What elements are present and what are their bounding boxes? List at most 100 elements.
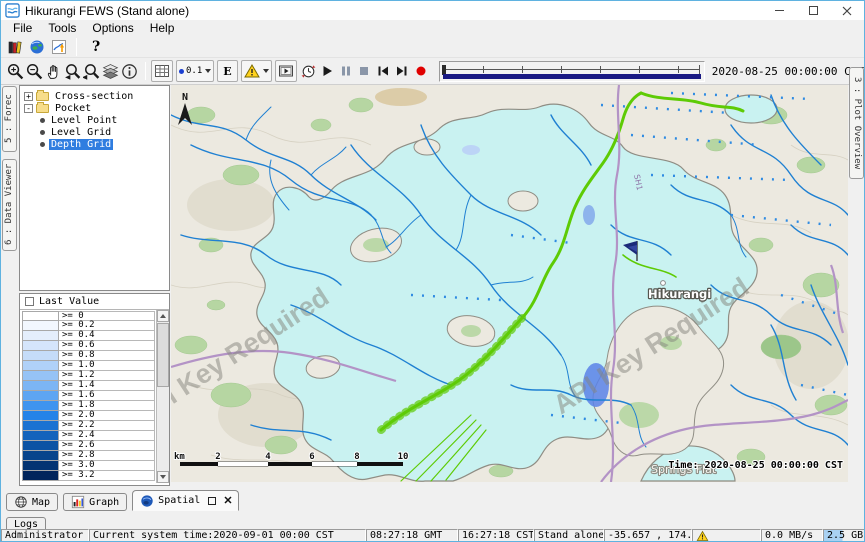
- status-coordinates: -35.657 , 174.199: [604, 529, 692, 542]
- scalar-button[interactable]: E: [217, 60, 237, 82]
- map-wireframe-globe-icon: [14, 495, 28, 509]
- map-view[interactable]: API Key Required API Key Required Hikura…: [171, 85, 848, 482]
- scale-tick: 10: [398, 452, 409, 462]
- sidebar-tab-data-viewer[interactable]: 6 : Data Viewer: [2, 159, 17, 251]
- stop-button[interactable]: [356, 61, 373, 81]
- legend-swatch: [22, 441, 59, 451]
- tree-item-pocket[interactable]: - Pocket: [20, 102, 169, 114]
- toolbar-separator: [76, 38, 77, 56]
- step-forward-icon: [394, 63, 410, 79]
- chevron-down-icon: [263, 69, 269, 73]
- folder-icon: [36, 104, 49, 113]
- title-bar: Hikurangi FEWS (Stand alone): [1, 1, 864, 20]
- movie-export-button[interactable]: [275, 60, 297, 82]
- sidebar-tab-plot-overview[interactable]: 3 : Plot Overview: [849, 67, 864, 179]
- animation-interval-button[interactable]: [300, 61, 317, 81]
- zoom-previous-button[interactable]: [64, 61, 81, 81]
- zoom-out-button[interactable]: [26, 61, 43, 81]
- explorer-button[interactable]: [5, 37, 25, 57]
- step-forward-button[interactable]: [393, 61, 410, 81]
- layers-button[interactable]: [102, 61, 119, 81]
- tree-item-level-grid[interactable]: Level Grid: [20, 126, 169, 138]
- tree-item-label: Pocket: [53, 103, 93, 114]
- info-button[interactable]: [121, 61, 138, 81]
- legend-title: Last Value: [39, 296, 99, 307]
- zoom-next-button[interactable]: [83, 61, 100, 81]
- scale-unit: km: [174, 452, 185, 462]
- close-icon: [842, 6, 852, 16]
- legend-row[interactable]: >= 3.2: [22, 471, 155, 481]
- menu-options[interactable]: Options: [84, 21, 141, 35]
- tab-spatial[interactable]: Spatial ✕: [132, 490, 238, 511]
- status-warning-cell[interactable]: [692, 529, 761, 542]
- tab-maximize-icon[interactable]: [208, 497, 216, 505]
- legend-swatch: [22, 341, 59, 351]
- legend-swatch: [22, 331, 59, 341]
- tab-graph-label: Graph: [89, 497, 119, 508]
- play-button[interactable]: [319, 61, 336, 81]
- scroll-thumb[interactable]: [157, 323, 169, 387]
- stop-icon: [356, 63, 372, 79]
- legend-scrollbar[interactable]: [156, 310, 169, 483]
- minimize-button[interactable]: [762, 1, 796, 20]
- app-window: Hikurangi FEWS (Stand alone) File Tools …: [0, 0, 865, 542]
- folder-icon: [36, 92, 49, 101]
- clock-icon: [300, 63, 317, 80]
- last-value-checkbox[interactable]: [25, 297, 34, 306]
- tab-map[interactable]: Map: [6, 493, 58, 511]
- timeseries-dialog-button[interactable]: [49, 37, 69, 57]
- legend-swatch: [22, 351, 59, 361]
- grid-icon: [154, 63, 170, 79]
- help-button[interactable]: ?: [92, 39, 100, 55]
- menu-file[interactable]: File: [5, 21, 40, 35]
- time-slider-track: [444, 69, 700, 70]
- warning-icon: [244, 63, 260, 79]
- menu-tools[interactable]: Tools: [40, 21, 84, 35]
- legend-rows: >= 0 >= 0.2 >= 0.4 >= 0.6 >= 0.8 >= 1.0 …: [22, 311, 155, 481]
- grid-display-button[interactable]: [151, 60, 173, 82]
- scroll-up-icon[interactable]: [157, 310, 169, 322]
- step-back-button[interactable]: [375, 61, 392, 81]
- time-slider-range-bar: [443, 74, 701, 79]
- pause-button[interactable]: [337, 61, 354, 81]
- play-icon: [319, 63, 335, 79]
- tree-item-depth-grid[interactable]: Depth Grid: [20, 138, 169, 150]
- legend-swatch: [22, 361, 59, 371]
- close-button[interactable]: [830, 1, 864, 20]
- legend-swatch: [22, 311, 59, 321]
- pan-button[interactable]: [45, 61, 62, 81]
- legend-swatch: [22, 461, 59, 471]
- record-button[interactable]: [412, 61, 429, 81]
- menu-bar: File Tools Options Help: [1, 20, 864, 36]
- tab-map-label: Map: [32, 497, 50, 508]
- current-map-datetime: 2020-08-25 00:00:00 CST: [712, 65, 864, 78]
- explorer-books-icon: [7, 39, 23, 55]
- zoom-previous-icon: [64, 63, 81, 80]
- zoom-in-button[interactable]: [7, 61, 24, 81]
- map-toolbar: 0.1 E: [1, 58, 864, 85]
- expander-plus-icon[interactable]: +: [24, 92, 33, 101]
- time-slider-endtick: [699, 65, 700, 74]
- layers-icon: [102, 63, 119, 80]
- maximize-button[interactable]: [796, 1, 830, 20]
- expander-minus-icon[interactable]: -: [24, 104, 33, 113]
- tree-item-level-point[interactable]: Level Point: [20, 114, 169, 126]
- classification-dropdown[interactable]: 0.1: [176, 60, 214, 82]
- sidebar-tab-forecast[interactable]: 5 : Forec: [2, 86, 17, 152]
- thresholds-dropdown[interactable]: [241, 60, 272, 82]
- map-display-button[interactable]: [27, 37, 47, 57]
- scroll-down-icon[interactable]: [157, 471, 169, 483]
- tree-item-cross-section[interactable]: + Cross-section: [20, 90, 169, 102]
- north-label: N: [182, 92, 188, 103]
- time-slider[interactable]: [439, 61, 705, 82]
- legend-label: >= 3.2: [59, 471, 155, 481]
- scale-tick: 8: [354, 452, 359, 462]
- tab-graph[interactable]: Graph: [63, 493, 127, 511]
- menu-help[interactable]: Help: [142, 21, 183, 35]
- tab-close-icon[interactable]: ✕: [223, 496, 232, 506]
- layers-tree-panel: + Cross-section - Pocket Level Point Lev…: [19, 85, 170, 291]
- status-download-rate: 0.0 MB/s: [761, 529, 823, 542]
- legend-swatch: [22, 321, 59, 331]
- town-marker: [661, 281, 666, 286]
- legend-swatch: [22, 391, 59, 401]
